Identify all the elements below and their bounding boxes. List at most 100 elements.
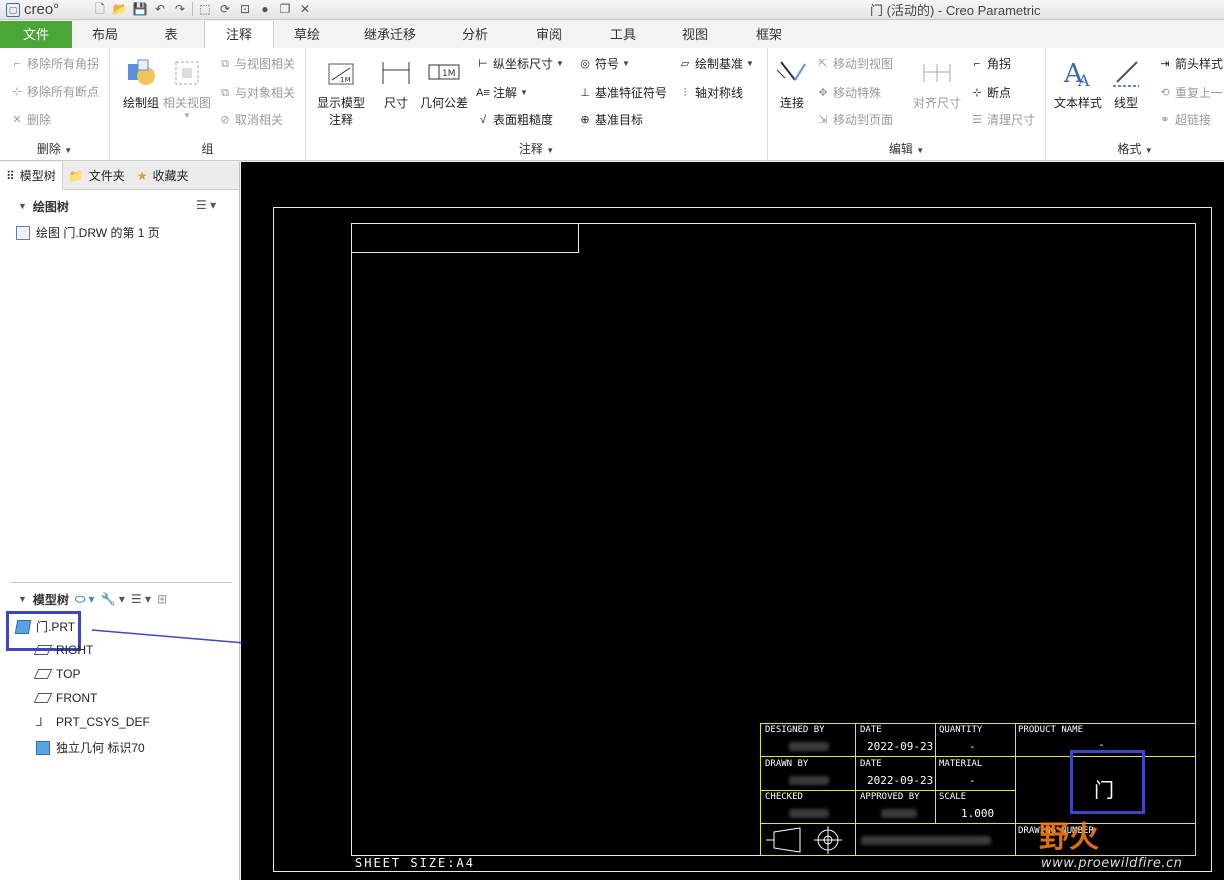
move-to-page-button[interactable]: ⇲ 移动到页面 [816, 111, 893, 128]
draw-group-icon [128, 59, 155, 85]
draw-group-button[interactable]: 绘制组 [116, 56, 166, 111]
datum-feature-symbol-button[interactable]: ⊥ 基准特征符号 [578, 84, 667, 101]
app-logo: ▢ creo° [6, 1, 59, 18]
group-annotate-label[interactable]: 注释 ▼ [306, 140, 767, 157]
group-group-label: 组 [201, 142, 214, 156]
chevron-down-icon: ▼ [746, 59, 754, 68]
tab-favorites[interactable]: ★ 收藏夹 [131, 162, 195, 190]
new-file-icon[interactable]: 🗋 [92, 2, 108, 16]
draw-datum-button[interactable]: ▱ 绘制基准 ▼ [678, 55, 754, 72]
tab-analysis[interactable]: 分析 [440, 21, 510, 48]
top-plane-label: TOP [56, 667, 81, 681]
tab-frame[interactable]: 框架 [732, 21, 806, 48]
connect-button[interactable]: 连接 [772, 56, 812, 111]
related-view-button[interactable]: 相关视图 ▼ [162, 56, 212, 120]
group-delete-label[interactable]: 删除 ▼ [0, 140, 109, 157]
tab-folder-browser[interactable]: 📁 文件夹 [63, 162, 131, 190]
relate-to-object-button[interactable]: ⧉ 与对象相关 [218, 84, 295, 101]
filter-icon[interactable]: ⊞ [157, 592, 167, 606]
datum-target-label: 基准目标 [595, 113, 644, 127]
gtol-button[interactable]: 1M 几何公差 [416, 56, 472, 111]
delete-button[interactable]: ✕ 删除 [10, 111, 51, 128]
break-point-button[interactable]: ⊹ 断点 [970, 84, 1011, 101]
move-to-view-button[interactable]: ⇱ 移动到视图 [816, 55, 893, 72]
regenerate-icon[interactable]: ⟳ [217, 2, 233, 16]
model-tree-item-independent-geometry[interactable]: 独立几何 标识70 [36, 739, 145, 756]
datum-target-button[interactable]: ⊕ 基准目标 [578, 111, 643, 128]
text-style-button[interactable]: AA 文本样式 [1050, 56, 1106, 111]
group-format-text: 格式 [1117, 142, 1142, 156]
repeat-last-label: 重复上一 [1175, 86, 1224, 100]
sphere-icon[interactable]: ● [257, 2, 273, 16]
tab-review[interactable]: 审阅 [510, 21, 588, 48]
datum-plane-icon [33, 645, 53, 655]
drawing-tree-item-sheet[interactable]: 绘图 门.DRW 的第 1 页 [16, 224, 160, 241]
surface-finish-icon: √ [479, 113, 487, 126]
note-label: 注解 [493, 86, 518, 100]
tb-material-value: - [969, 774, 976, 787]
select-box-icon[interactable]: ⬚ [197, 2, 213, 16]
tab-legacy-migration[interactable]: 继承迁移 [340, 21, 440, 48]
axis-symmetry-button[interactable]: ⫶ 轴对称线 [678, 84, 743, 101]
tab-layout[interactable]: 布局 [72, 21, 138, 48]
group-edit-label[interactable]: 编辑 ▼ [768, 140, 1045, 157]
datum-plane-icon [33, 693, 53, 703]
tb-company-blur [861, 836, 991, 845]
drawing-canvas[interactable]: DESIGNED BY DATE 2022-09-23 QUANTITY - P… [241, 162, 1224, 880]
chevron-down-icon: ▼ [622, 59, 630, 68]
angle-corner-button[interactable]: ⌐ 角拐 [970, 55, 1011, 72]
ordinate-dimension-label: 纵坐标尺寸 [493, 57, 554, 71]
surface-finish-button[interactable]: √ 表面粗糙度 [476, 111, 553, 128]
open-folder-icon[interactable]: 📂 [112, 2, 128, 16]
model-tree-header[interactable]: ▼ 模型树 ⬭ ▾ 🔧 ▾ ☰ ▾ ⊞ [0, 588, 240, 610]
part-shape-icon[interactable]: ⬭ ▾ [75, 592, 95, 607]
datum-feature-symbol-label: 基准特征符号 [595, 86, 668, 100]
show-settings-icon[interactable]: ☰ ▾ [131, 592, 151, 606]
move-special-button[interactable]: ✥ 移动特殊 [816, 84, 881, 101]
tab-tools[interactable]: 工具 [588, 21, 658, 48]
window-icon[interactable]: ❐ [277, 2, 293, 16]
unrelate-button[interactable]: ⊘ 取消相关 [218, 111, 283, 128]
line-style-label: 线型 [1113, 96, 1138, 110]
unrelate-icon: ⊘ [220, 113, 230, 126]
redo-icon[interactable]: ↷ [172, 2, 188, 16]
tab-table[interactable]: 表 [138, 21, 204, 48]
chevron-down-icon: ▼ [546, 146, 555, 155]
drawing-tree-settings-icon[interactable]: ☰ ▾ [196, 198, 216, 212]
hyperlink-button[interactable]: ⚭ 超链接 [1158, 111, 1211, 128]
creo-logo-icon: ▢ [6, 2, 20, 17]
remove-all-breaks-button[interactable]: ⊹ 移除所有断点 [10, 83, 99, 100]
dimension-button[interactable]: 尺寸 [376, 56, 416, 111]
ordinate-dimension-button[interactable]: ⊢ 纵坐标尺寸 ▼ [476, 55, 564, 72]
align-dimension-button[interactable]: 对齐尺寸 [908, 56, 966, 111]
note-button[interactable]: A≡ 注解 ▼ [476, 84, 528, 101]
tab-file[interactable]: 文件 [0, 21, 72, 48]
tab-sketch[interactable]: 草绘 [274, 21, 340, 48]
tab-view[interactable]: 视图 [658, 21, 732, 48]
tab-model-tree[interactable]: ⠿ 模型树 [0, 162, 63, 190]
tab-annotate[interactable]: 注释 [204, 21, 274, 48]
folder-icon: 📁 [68, 169, 84, 183]
panel-divider [10, 582, 232, 583]
windows-icon[interactable]: ⊡ [237, 2, 253, 16]
symbol-button[interactable]: ◎ 符号 ▼ [578, 55, 630, 72]
relate-to-view-button[interactable]: ⧉ 与视图相关 [218, 55, 295, 72]
undo-icon[interactable]: ↶ [152, 2, 168, 16]
model-tree-item-right[interactable]: RIGHT [33, 643, 93, 657]
close-window-icon[interactable]: ✕ [297, 2, 313, 16]
save-icon[interactable]: 💾 [132, 2, 148, 16]
model-tree-item-front[interactable]: FRONT [33, 691, 97, 705]
line-style-button[interactable]: 线型 [1106, 56, 1146, 111]
tools-icon[interactable]: 🔧 ▾ [101, 592, 125, 606]
remove-all-angles-button[interactable]: ⌐ 移除所有角拐 [10, 55, 99, 72]
show-model-annotations-button[interactable]: 1M 显示模型 注释 [310, 56, 372, 128]
clean-dimension-button[interactable]: ☰ 清理尺寸 [970, 111, 1035, 128]
revision-box [351, 223, 579, 253]
model-tree-item-csys[interactable]: ⅃ PRT_CSYS_DEF [36, 715, 150, 729]
group-format-label[interactable]: 格式 ▼ [1046, 140, 1224, 157]
surface-finish-label: 表面粗糙度 [493, 113, 554, 127]
arrow-style-button[interactable]: ⇥ 箭头样式 [1158, 55, 1223, 72]
model-tree-item-top[interactable]: TOP [33, 667, 81, 681]
move-to-view-label: 移动到视图 [833, 57, 894, 71]
repeat-last-button[interactable]: ⟲ 重复上一 [1158, 84, 1223, 101]
